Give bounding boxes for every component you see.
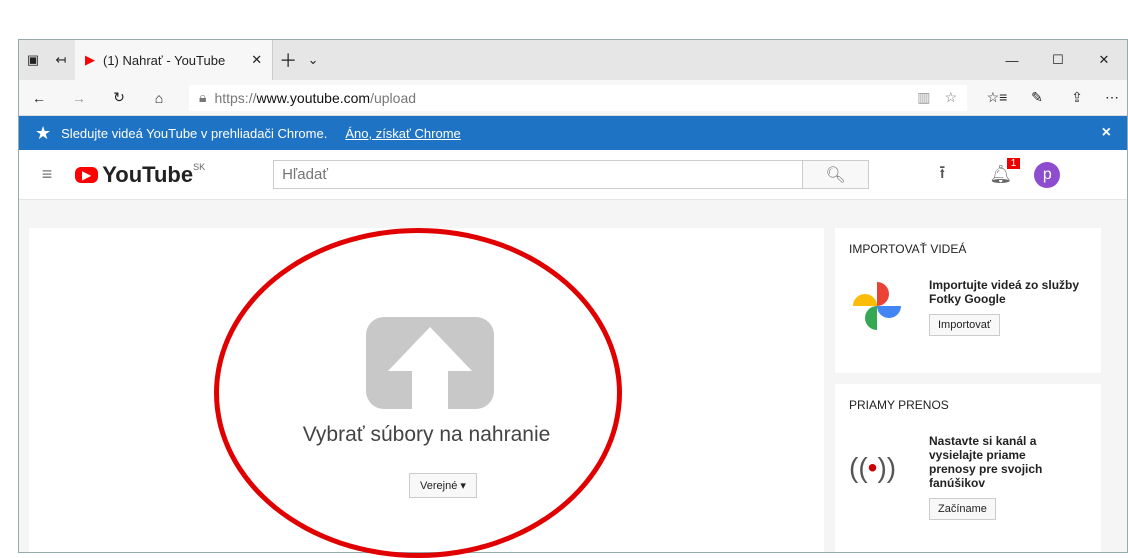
url-field[interactable]: 🔒︎ https://www.youtube.com/upload ▥ ☆ [189,84,967,111]
get-chrome-link[interactable]: Áno, získať Chrome [345,126,460,141]
notes-pen-icon[interactable]: ✎ [1017,89,1057,106]
tab-close-icon[interactable]: ✕ [251,52,262,68]
banner-close-button[interactable]: × [1102,124,1111,142]
favorites-hub-icon[interactable]: ☆≡ [977,89,1017,106]
minimize-icon[interactable]: — [989,53,1035,68]
notifications-bell-icon[interactable]: 🔔︎ 1 [989,158,1021,185]
import-heading: IMPORTOVAŤ VIDEÁ [849,242,967,256]
youtube-favicon-icon: ▶ [85,52,95,67]
refresh-icon[interactable]: ↻ [99,89,139,106]
chevron-down-icon[interactable]: ⌄ [303,52,323,68]
youtube-logo-icon[interactable]: ▶ [75,166,99,183]
reading-view-icon[interactable]: ▥ [917,89,930,106]
tab-manager-icon[interactable]: ▣ [19,52,47,68]
search-icon: 🔍︎ [825,166,846,184]
tab-title: (1) Nahrať - YouTube [103,52,226,68]
avatar[interactable]: p [1034,161,1061,188]
forward-icon[interactable]: → [59,90,99,106]
banner-text: Sledujte videá YouTube v prehliadači Chr… [61,125,328,141]
youtube-logo-text[interactable]: YouTube [102,162,193,188]
search-button[interactable]: 🔍︎ [802,161,869,188]
import-card: IMPORTOVAŤ VIDEÁ Importujte videá zo slu… [835,228,1101,373]
share-icon[interactable]: ⇪ [1057,89,1097,106]
url-host: www.youtube.com [256,89,371,106]
live-card: PRIAMY PRENOS ((•)) Nastavte si kanál a … [835,384,1101,552]
new-tab-icon[interactable]: ＋ [273,47,303,73]
tab-bar: ▣ ↤ ▶ (1) Nahrať - YouTube ✕ ＋ ⌄ — ☐ ✕ [19,40,1127,80]
home-icon[interactable]: ⌂ [139,90,179,106]
import-text: Importujte videá zo služby Fotky Google [929,278,1080,306]
more-icon[interactable]: ⋯ [1097,89,1127,106]
search-box: 🔍︎ [273,160,870,189]
active-tab[interactable]: ▶ (1) Nahrať - YouTube ✕ [75,40,274,80]
lock-icon: 🔒︎ [199,89,207,105]
url-path: /upload [370,89,417,106]
import-button[interactable]: Importovať [929,314,1001,336]
star-icon: ★ [35,122,52,143]
live-broadcast-icon: ((•)) [849,452,897,483]
url-prefix: https:// [214,89,257,106]
annotation-ellipse [214,228,622,558]
google-photos-icon [853,282,901,330]
chrome-banner: ★ Sledujte videá YouTube v prehliadači C… [19,116,1127,150]
upload-icon[interactable]: ⭱ [939,160,945,190]
tab-back-icon[interactable]: ↤ [47,52,75,68]
close-window-icon[interactable]: ✕ [1081,52,1127,68]
get-started-button[interactable]: Začíname [929,498,996,520]
live-heading: PRIAMY PRENOS [849,398,949,412]
notification-count: 1 [1006,158,1021,169]
back-icon[interactable]: ← [19,90,59,106]
address-bar: ← → ↻ ⌂ 🔒︎ https://www.youtube.com/uploa… [19,80,1127,116]
favorite-star-icon[interactable]: ☆ [944,89,957,106]
maximize-icon[interactable]: ☐ [1035,52,1081,68]
search-input[interactable] [274,161,803,188]
region-label: SK [193,162,206,172]
live-text: Nastavte si kanál a vysielajte priame pr… [929,434,1043,490]
menu-icon[interactable]: ≡ [19,164,75,185]
youtube-header: ≡ ▶ YouTube SK 🔍︎ ⭱ 🔔︎1 p [19,150,1127,200]
